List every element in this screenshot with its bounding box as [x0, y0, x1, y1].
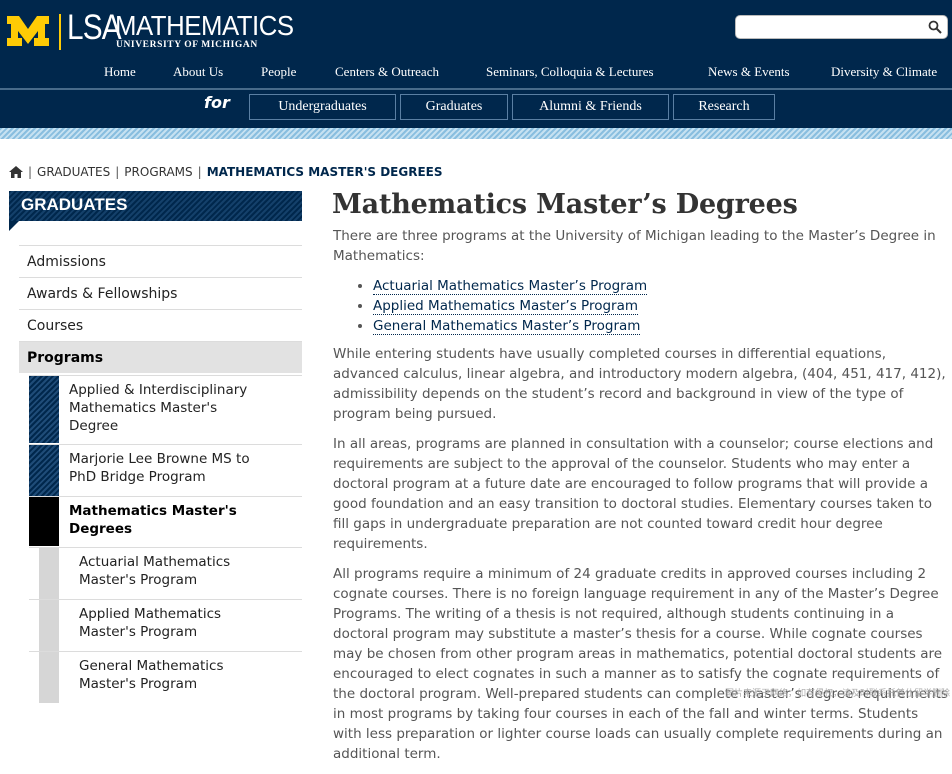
breadcrumb-graduates[interactable]: GRADUATES [37, 165, 110, 179]
block-m-logo[interactable] [5, 14, 51, 48]
nav-home[interactable]: Home [104, 64, 136, 80]
list-item: Applied Mathematics Master’s Program [373, 296, 948, 316]
sidebar-item-programs[interactable]: Programs [19, 341, 302, 373]
audience-research-button[interactable]: Research [673, 94, 775, 120]
sidebar-item-courses[interactable]: Courses [19, 309, 302, 341]
lsa-wordmark[interactable]: LSA [67, 8, 122, 48]
sidebar-item-awards-fellowships[interactable]: Awards & Fellowships [19, 277, 302, 309]
audience-alumni-friends-button[interactable]: Alumni & Friends [512, 94, 669, 120]
sidebar-subitem-mathematics-masters[interactable]: Mathematics Master's Degrees [29, 496, 302, 546]
sidebar-deepitem-label: General Mathematics Master's Program [79, 658, 224, 692]
search-icon[interactable] [923, 16, 947, 38]
intro-paragraph: There are three programs at the Universi… [333, 228, 936, 264]
page-title: Mathematics Master’s Degrees [332, 189, 798, 220]
image-watermark: 图片来源于网络，如有侵权，请及时联系托普仕留学删除 [724, 689, 950, 699]
breadcrumb-programs[interactable]: PROGRAMS [124, 165, 192, 179]
search-box [735, 15, 948, 39]
sidebar-subitem-label: Mathematics Master's Degrees [69, 503, 237, 537]
general-program-link[interactable]: General Mathematics Master’s Program [373, 318, 641, 335]
sidebar-marker [39, 652, 59, 703]
mathematics-wordmark[interactable]: MATHEMATICS [115, 10, 294, 42]
nav-diversity-climate[interactable]: Diversity & Climate [831, 64, 937, 80]
requirements-paragraph: All programs require a minimum of 24 gra… [333, 566, 948, 762]
sidebar-marker [39, 548, 59, 599]
search-input[interactable] [742, 18, 922, 36]
sidebar-marker-active [29, 497, 59, 546]
sidebar-deepitem-label: Actuarial Mathematics Master's Program [79, 554, 231, 588]
breadcrumb-separator: | [115, 165, 120, 179]
list-item: Actuarial Mathematics Master’s Program [373, 276, 948, 296]
sidebar-deepitem-general[interactable]: General Mathematics Master's Program [29, 651, 302, 703]
nav-about-us[interactable]: About Us [173, 64, 223, 80]
breadcrumb-current: MATHEMATICS MASTER'S DEGREES [206, 165, 443, 179]
main-nav: Home About Us People Centers & Outreach … [0, 64, 952, 80]
audience-undergraduates-button[interactable]: Undergraduates [249, 94, 396, 120]
nav-news-events[interactable]: News & Events [708, 64, 790, 80]
university-wordmark: UNIVERSITY OF MICHIGAN [116, 40, 258, 50]
actuarial-program-link[interactable]: Actuarial Mathematics Master’s Program [373, 278, 648, 295]
counselor-paragraph: In all areas, programs are planned in co… [333, 436, 934, 552]
nav-people[interactable]: People [261, 64, 296, 80]
sidebar-marker [29, 376, 59, 443]
sidebar-subitem-label: Marjorie Lee Browne MS to PhD Bridge Pro… [69, 451, 250, 485]
breadcrumb-separator: | [28, 165, 33, 179]
sidebar-subitem-applied-interdisciplinary[interactable]: Applied & Interdisciplinary Mathematics … [29, 375, 302, 443]
sidebar-subitem-label: Applied & Interdisciplinary Mathematics … [69, 382, 248, 434]
home-icon[interactable] [9, 166, 23, 178]
nav-centers-outreach[interactable]: Centers & Outreach [335, 64, 439, 80]
sidebar-title[interactable]: GRADUATES [9, 191, 302, 221]
sidebar-deepitem-label: Applied Mathematics Master's Program [79, 606, 222, 640]
breadcrumb: | GRADUATES | PROGRAMS | MATHEMATICS MAS… [9, 165, 443, 179]
program-links-list: Actuarial Mathematics Master’s Program A… [333, 276, 948, 336]
breadcrumb-separator: | [197, 165, 202, 179]
list-item: General Mathematics Master’s Program [373, 316, 948, 336]
logo-separator [59, 14, 61, 50]
sidebar-deepitem-applied[interactable]: Applied Mathematics Master's Program [29, 599, 302, 651]
nav-divider [0, 88, 952, 90]
sidebar-item-admissions[interactable]: Admissions [19, 245, 302, 277]
nav-seminars[interactable]: Seminars, Colloquia & Lectures [486, 64, 654, 80]
sidebar-marker [29, 445, 59, 496]
audience-graduates-button[interactable]: Graduates [400, 94, 508, 120]
site-header: LSA MATHEMATICS UNIVERSITY OF MICHIGAN H… [0, 0, 952, 128]
admissibility-paragraph: While entering students have usually com… [333, 346, 946, 422]
decorative-stripe-band [0, 128, 952, 139]
sidebar-subitem-marjorie-lee-browne[interactable]: Marjorie Lee Browne MS to PhD Bridge Pro… [29, 444, 302, 496]
sidebar-title-flap [9, 221, 19, 231]
sidebar-marker [39, 600, 59, 651]
sidebar-deepitem-actuarial[interactable]: Actuarial Mathematics Master's Program [29, 547, 302, 599]
applied-program-link[interactable]: Applied Mathematics Master’s Program [373, 298, 639, 315]
for-label: for [204, 93, 230, 112]
